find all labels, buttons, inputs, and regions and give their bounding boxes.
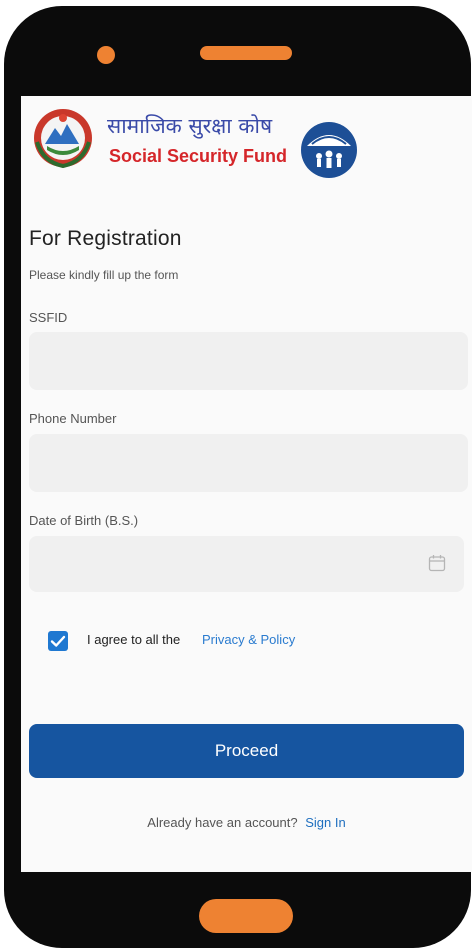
- calendar-icon[interactable]: [428, 554, 446, 572]
- page-subtitle: Please kindly fill up the form: [29, 268, 179, 282]
- phone-frame: सामाजिक सुरक्षा कोष Social Security Fund…: [4, 6, 472, 948]
- checkmark-icon: [50, 635, 66, 647]
- brand-name-nepali: सामाजिक सुरक्षा कोष: [107, 114, 273, 138]
- brand-header: सामाजिक सुरक्षा कोष Social Security Fund: [31, 106, 361, 178]
- account-question-text: Already have an account?: [147, 815, 298, 830]
- nepal-emblem-icon: [34, 109, 92, 169]
- ssf-logo-icon: [301, 122, 357, 178]
- home-button[interactable]: [199, 899, 293, 933]
- phone-label: Phone Number: [29, 411, 117, 426]
- phone-number-input[interactable]: [29, 434, 468, 492]
- brand-name-english: Social Security Fund: [109, 146, 288, 166]
- agree-text: I agree to all the: [87, 632, 181, 647]
- date-of-birth-input[interactable]: [29, 536, 464, 592]
- page-title: For Registration: [29, 227, 182, 250]
- signin-prompt: Already have an account? Sign In: [21, 815, 472, 830]
- speaker-bar: [200, 46, 292, 60]
- ssfid-input[interactable]: [29, 332, 468, 390]
- agree-checkbox[interactable]: [48, 631, 68, 651]
- camera-dot: [97, 46, 115, 64]
- app-screen: सामाजिक सुरक्षा कोष Social Security Fund…: [21, 96, 472, 872]
- sign-in-link[interactable]: Sign In: [305, 815, 345, 830]
- dob-label: Date of Birth (B.S.): [29, 513, 139, 528]
- proceed-button[interactable]: Proceed: [29, 724, 464, 778]
- privacy-policy-link[interactable]: Privacy & Policy: [202, 632, 295, 647]
- ssfid-label: SSFID: [29, 310, 68, 325]
